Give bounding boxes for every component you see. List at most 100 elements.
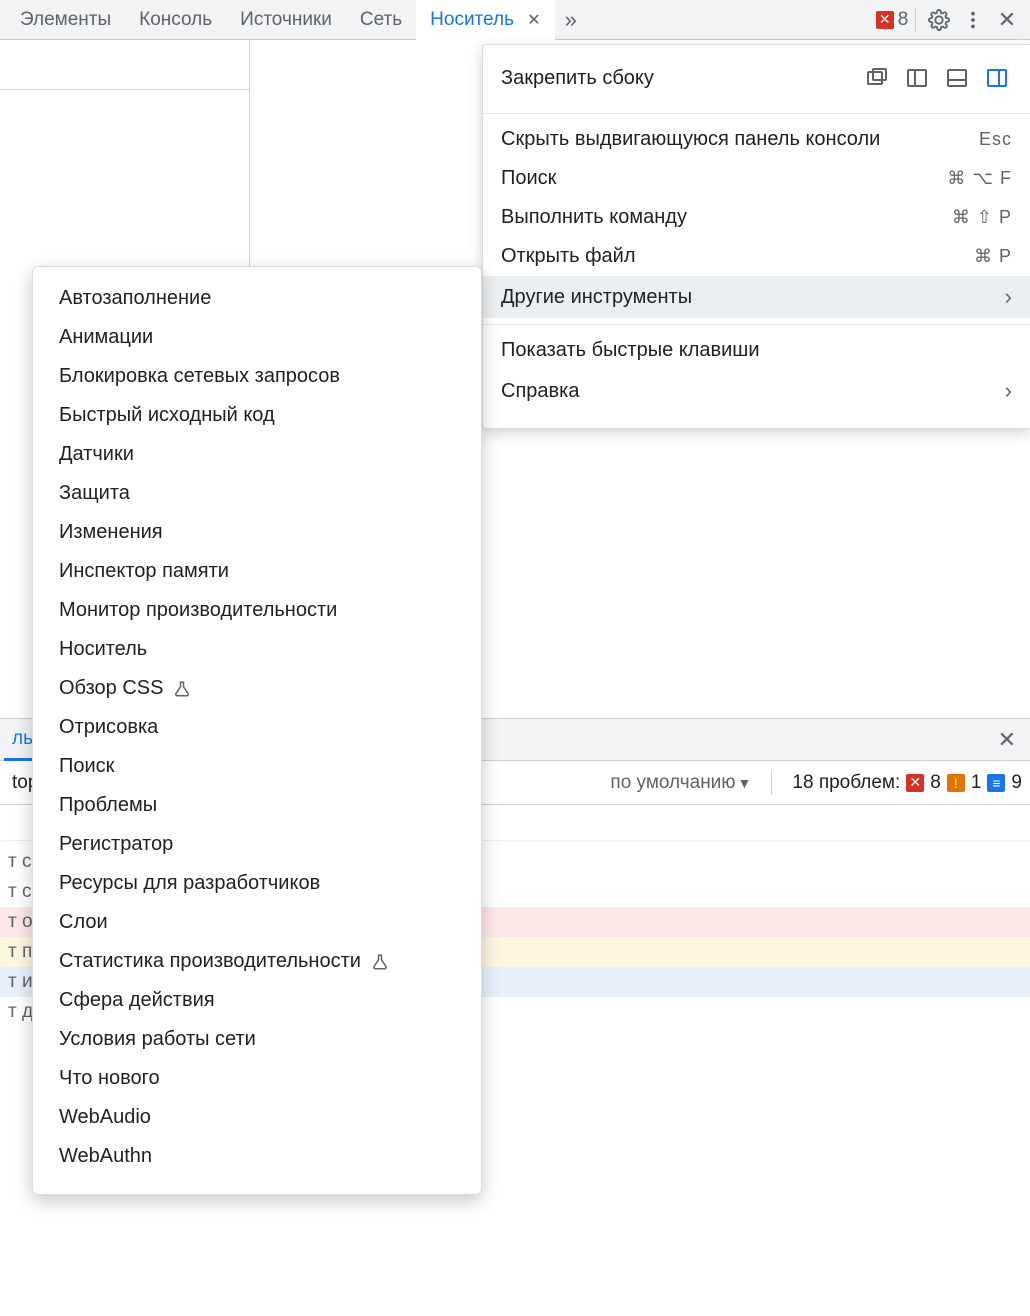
divider: [915, 8, 916, 32]
more-tools-item-label: Блокировка сетевых запросов: [59, 365, 340, 388]
chevron-right-icon: ›: [1005, 378, 1012, 404]
more-tools-item-label: Монитор производительности: [59, 599, 337, 622]
more-tools-item-label: Ресурсы для разработчиков: [59, 872, 320, 895]
more-tools-item[interactable]: Сфера действия: [33, 981, 481, 1020]
more-tools-item[interactable]: Обзор CSS: [33, 669, 481, 708]
more-tools-item-label: Инспектор памяти: [59, 560, 229, 583]
more-tools-item-label: WebAuthn: [59, 1145, 152, 1168]
dock-left-button[interactable]: [902, 63, 932, 93]
more-tools-item-label: Слои: [59, 911, 108, 934]
warning-icon: !: [947, 774, 965, 792]
more-tools-item[interactable]: Изменения: [33, 513, 481, 552]
more-tools-item[interactable]: Ресурсы для разработчиков: [33, 864, 481, 903]
more-tools-item-label: Быстрый исходный код: [59, 404, 275, 427]
drawer-close-button[interactable]: ✕: [988, 727, 1026, 753]
shortcut-text: ⌘ ⇧ P: [952, 207, 1012, 228]
more-tools-item-label: Условия работы сети: [59, 1028, 256, 1051]
settings-button[interactable]: [922, 3, 956, 37]
more-tools-item[interactable]: Блокировка сетевых запросов: [33, 357, 481, 396]
dock-undock-icon: [865, 66, 889, 90]
error-count: 8: [898, 9, 909, 31]
menu-hide-drawer[interactable]: Скрыть выдвигающуюся панель консоли Esc: [483, 120, 1030, 159]
more-tools-item-label: Проблемы: [59, 794, 157, 817]
tab-console[interactable]: Консоль: [125, 0, 226, 40]
more-tools-submenu: Автозаполнение Анимации Блокировка сетевых…: [32, 266, 482, 1195]
menu-run-command[interactable]: Выполнить команду ⌘ ⇧ P: [483, 198, 1030, 237]
dock-bottom-button[interactable]: [942, 63, 972, 93]
more-tools-item-label: Регистратор: [59, 833, 173, 856]
more-tools-item-label: Поиск: [59, 755, 114, 778]
tab-media[interactable]: Носитель ✕: [416, 0, 555, 40]
more-tools-item-label: Анимации: [59, 326, 153, 349]
more-tools-item[interactable]: Что нового: [33, 1059, 481, 1098]
more-tools-item-label: Сфера действия: [59, 989, 215, 1012]
more-tools-item-label: Обзор CSS: [59, 677, 163, 700]
more-tools-item-label: Датчики: [59, 443, 134, 466]
menu-search[interactable]: Поиск ⌘ ⌥ F: [483, 159, 1030, 198]
issues-label: 18 проблем:: [792, 772, 900, 794]
dock-undock-button[interactable]: [862, 63, 892, 93]
flask-icon: [371, 953, 389, 971]
chevron-right-icon: ›: [1005, 284, 1012, 310]
more-tools-item[interactable]: Отрисовка: [33, 708, 481, 747]
tab-network[interactable]: Сеть: [346, 0, 416, 40]
more-tools-item[interactable]: Инспектор памяти: [33, 552, 481, 591]
log-level-selector[interactable]: по умолчанию▼: [610, 772, 751, 794]
more-tools-item[interactable]: Условия работы сети: [33, 1020, 481, 1059]
more-tools-item[interactable]: Анимации: [33, 318, 481, 357]
kebab-icon: [962, 9, 984, 31]
dock-side-label: Закрепить сбоку: [501, 67, 862, 90]
menu-separator: [483, 113, 1030, 114]
gear-icon: [928, 9, 950, 31]
shortcut-text: ⌘ ⌥ F: [947, 168, 1012, 189]
menu-more-tools[interactable]: Другие инструменты ›: [483, 276, 1030, 318]
more-tools-item[interactable]: Поиск: [33, 747, 481, 786]
more-tools-item-label: Изменения: [59, 521, 163, 544]
dock-right-icon: [985, 66, 1009, 90]
main-dropdown-menu: Закрепить сбоку Скрыть выдвигающуюся пан…: [482, 44, 1030, 429]
dock-left-icon: [905, 66, 929, 90]
panel-header-fragment: [0, 40, 250, 90]
close-icon[interactable]: ✕: [527, 12, 540, 29]
tab-elements[interactable]: Элементы: [6, 0, 125, 40]
more-tools-item-label: Носитель: [59, 638, 147, 661]
more-tools-item[interactable]: Регистратор: [33, 825, 481, 864]
kebab-menu-button[interactable]: [956, 3, 990, 37]
menu-help[interactable]: Справка ›: [483, 370, 1030, 412]
more-tools-item-label: Защита: [59, 482, 130, 505]
chevron-down-icon: ▼: [738, 775, 752, 791]
more-tools-item[interactable]: Монитор производительности: [33, 591, 481, 630]
dock-bottom-icon: [945, 66, 969, 90]
dock-right-button[interactable]: [982, 63, 1012, 93]
more-tools-item-label: Автозаполнение: [59, 287, 211, 310]
issues-summary[interactable]: 18 проблем: ✕8 !1 ≡9: [792, 772, 1022, 794]
menu-shortcuts[interactable]: Показать быстрые клавиши: [483, 331, 1030, 370]
error-icon: ✕: [876, 11, 894, 29]
more-tools-item[interactable]: Статистика производительности: [33, 942, 481, 981]
tab-media-label: Носитель: [430, 9, 514, 30]
more-tools-item[interactable]: Проблемы: [33, 786, 481, 825]
divider: [771, 771, 772, 795]
menu-open-file[interactable]: Открыть файл ⌘ P: [483, 237, 1030, 276]
more-tools-item[interactable]: Датчики: [33, 435, 481, 474]
more-tools-item[interactable]: WebAudio: [33, 1098, 481, 1137]
close-devtools-button[interactable]: ✕: [990, 3, 1024, 37]
info-icon: ≡: [987, 774, 1005, 792]
menu-separator: [483, 324, 1030, 325]
more-tools-item[interactable]: WebAuthn: [33, 1137, 481, 1176]
more-tools-item-label: Статистика производительности: [59, 950, 361, 973]
errors-button[interactable]: ✕ 8: [875, 3, 909, 37]
tab-sources[interactable]: Источники: [226, 0, 346, 40]
more-tools-item-label: Отрисовка: [59, 716, 158, 739]
more-tools-item[interactable]: Слои: [33, 903, 481, 942]
close-icon: ✕: [998, 7, 1016, 33]
flask-icon: [173, 680, 191, 698]
shortcut-text: Esc: [979, 129, 1012, 150]
more-tools-item[interactable]: Носитель: [33, 630, 481, 669]
overflow-tabs-button[interactable]: »: [555, 7, 587, 33]
more-tools-item[interactable]: Быстрый исходный код: [33, 396, 481, 435]
more-tools-item-label: WebAudio: [59, 1106, 151, 1129]
error-icon: ✕: [906, 774, 924, 792]
more-tools-item[interactable]: Защита: [33, 474, 481, 513]
more-tools-item[interactable]: Автозаполнение: [33, 279, 481, 318]
